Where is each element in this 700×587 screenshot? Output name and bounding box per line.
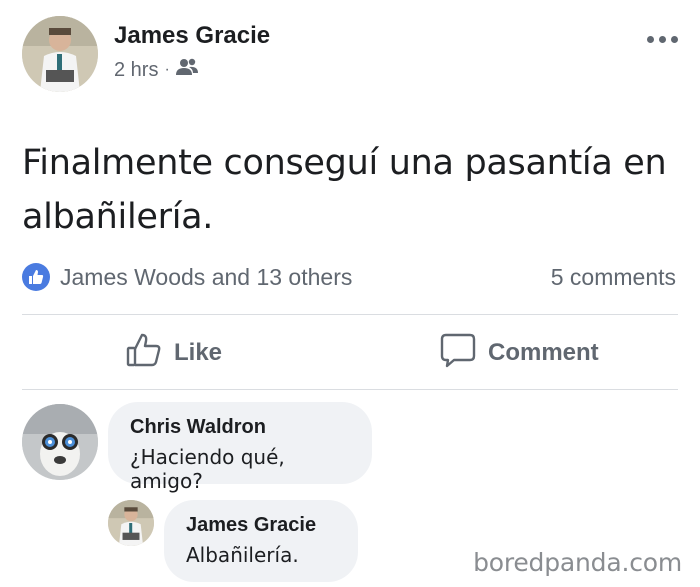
reactions-text: James Woods and 13 others: [60, 263, 353, 290]
divider: [22, 389, 678, 390]
more-options-icon[interactable]: [647, 36, 678, 43]
like-button[interactable]: Like: [126, 330, 222, 376]
like-icon: [22, 263, 50, 291]
comments-count[interactable]: 5 comments: [551, 264, 676, 291]
reply-author[interactable]: James Gracie: [186, 514, 336, 537]
commenter-avatar[interactable]: [22, 404, 98, 480]
facebook-post: James Gracie 2 hrs · Finalmente conseguí…: [0, 0, 700, 587]
thumbs-up-icon: [126, 332, 162, 375]
watermark: boredpanda.com: [473, 548, 682, 577]
post-time[interactable]: 2 hrs: [114, 59, 158, 82]
comment-bubble-icon: [440, 332, 476, 375]
comment-author[interactable]: Chris Waldron: [130, 416, 350, 439]
post-text: Finalmente conseguí una pasantía en alba…: [22, 143, 667, 237]
reactions-summary[interactable]: James Woods and 13 others: [22, 260, 352, 294]
friends-icon[interactable]: [175, 58, 198, 82]
comment-text: ¿Haciendo qué, amigo?: [130, 445, 285, 493]
comment-bubble: Chris Waldron ¿Haciendo qué, amigo?: [108, 402, 372, 493]
divider: [22, 314, 678, 315]
reply-author-avatar[interactable]: [108, 500, 154, 546]
reply-bubble: James Gracie Albañilería.: [164, 500, 358, 582]
comment-label: Comment: [488, 339, 599, 366]
post-meta: 2 hrs ·: [114, 58, 198, 82]
like-label: Like: [174, 339, 223, 366]
author-name[interactable]: James Gracie: [114, 22, 270, 50]
author-avatar[interactable]: [22, 16, 98, 92]
meta-separator: ·: [164, 61, 170, 78]
reply-text: Albañilería.: [186, 543, 299, 567]
comment-button[interactable]: Comment: [440, 330, 599, 376]
